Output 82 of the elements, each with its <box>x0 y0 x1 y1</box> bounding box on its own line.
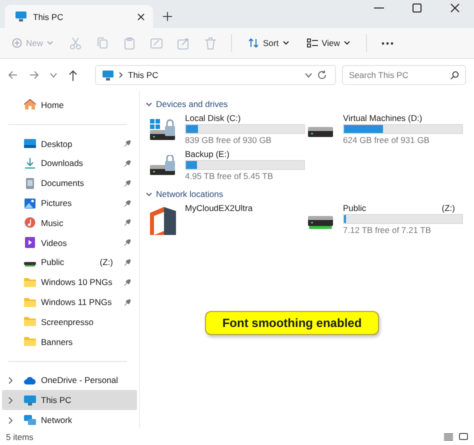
sidebar-item[interactable]: Downloads <box>2 154 137 174</box>
desktop-icon <box>24 138 36 150</box>
group-header[interactable]: Devices and drives <box>146 97 468 111</box>
drive-name[interactable]: Public <box>343 203 366 213</box>
maximize-icon[interactable] <box>412 3 422 13</box>
drive-name[interactable]: MyCloudEX2Ultra <box>185 203 253 213</box>
drive-name[interactable]: Backup (E:) <box>185 149 230 159</box>
drive-name[interactable]: Local Disk (C:) <box>185 113 241 123</box>
chevron-down-icon <box>146 192 152 196</box>
folder-icon <box>24 336 36 348</box>
tab[interactable]: This PC <box>5 5 153 28</box>
sidebar-item[interactable]: Videos <box>2 232 137 253</box>
address-bar[interactable]: This PC <box>95 65 336 85</box>
up-icon[interactable] <box>68 70 78 80</box>
search-icon[interactable] <box>450 70 459 80</box>
network-icon <box>24 414 36 426</box>
back-icon[interactable] <box>8 70 18 80</box>
monitor-icon <box>15 11 27 22</box>
new-tab-icon[interactable] <box>163 12 172 21</box>
sidebar-item[interactable]: Desktop <box>2 134 137 154</box>
chevron-right-icon[interactable] <box>8 396 13 404</box>
sidebar-item[interactable]: Screenpresso <box>2 312 137 332</box>
add-icon <box>12 38 22 48</box>
chevron-right-icon[interactable] <box>8 376 13 384</box>
locked-drive-icon <box>150 155 175 175</box>
sidebar-item[interactable]: OneDrive - Personal <box>2 370 137 390</box>
free-space-text: 839 GB free of 930 GB <box>185 135 272 145</box>
sidebar-item[interactable]: Windows 10 PNGs <box>2 272 137 292</box>
nas-icon <box>150 207 176 235</box>
refresh-icon[interactable] <box>317 70 327 80</box>
download-icon <box>24 158 36 169</box>
folder-icon <box>24 316 36 328</box>
group-header[interactable]: Network locations <box>146 187 468 201</box>
sort-button[interactable]: Sort <box>246 35 291 51</box>
home-icon <box>24 99 36 110</box>
drive-name[interactable]: Virtual Machines (D:) <box>343 113 422 123</box>
monitor-icon <box>102 70 114 80</box>
free-space-text: 4.95 TB free of 5.45 TB <box>185 171 274 181</box>
chevron-down-icon <box>146 102 152 106</box>
tiles-view-icon[interactable] <box>459 432 468 440</box>
details-view-icon[interactable] <box>444 432 453 440</box>
chevron-down-icon[interactable] <box>50 72 57 78</box>
drive-letter: (Z:) <box>100 257 113 268</box>
monitor-icon <box>24 394 36 406</box>
chevron-down-icon <box>344 41 350 45</box>
sidebar-item[interactable]: Home <box>2 95 137 115</box>
sidebar-item[interactable]: Windows 11 PNGs <box>2 292 137 312</box>
forward-icon[interactable] <box>29 70 39 80</box>
drive-icon <box>308 127 333 137</box>
document-icon <box>24 178 36 189</box>
close-icon[interactable] <box>450 3 460 13</box>
chevron-right-icon[interactable] <box>119 72 123 78</box>
free-space-text: 624 GB free of 931 GB <box>343 135 430 145</box>
close-icon[interactable] <box>137 12 145 20</box>
sidebar-item[interactable]: Public (Z:) <box>2 252 137 272</box>
music-icon <box>24 217 36 228</box>
view-icon <box>306 38 318 48</box>
view-button[interactable]: View <box>304 35 352 51</box>
picture-icon <box>24 198 36 209</box>
folder-icon <box>24 276 36 288</box>
video-icon <box>24 237 36 248</box>
sidebar-item[interactable]: Music <box>2 212 137 233</box>
free-space-text: 7.12 TB free of 7.21 TB <box>343 225 432 235</box>
item-count: 5 items <box>6 432 34 442</box>
drive-letter: (Z:) <box>442 203 455 213</box>
sort-icon <box>248 38 260 48</box>
sidebar-item[interactable]: Banners <box>2 332 137 352</box>
sidebar-item[interactable]: Pictures <box>2 193 137 213</box>
network-drive-icon <box>308 216 333 229</box>
sidebar-item[interactable]: This PC <box>2 390 137 410</box>
search-field[interactable]: Search This PC <box>342 65 466 85</box>
sidebar-item[interactable]: Documents <box>2 173 137 194</box>
chevron-right-icon[interactable] <box>8 416 13 424</box>
cloud-icon <box>24 374 36 386</box>
chevron-down-icon <box>47 41 54 45</box>
system-drive-icon <box>150 119 175 140</box>
annotation-label: Font smoothing enabled <box>205 311 379 335</box>
chevron-down-icon <box>282 41 289 45</box>
sidebar-item[interactable]: Network <box>2 410 137 430</box>
folder-icon <box>24 296 36 308</box>
path-text[interactable]: This PC <box>128 70 300 80</box>
chevron-down-icon[interactable] <box>305 72 312 78</box>
